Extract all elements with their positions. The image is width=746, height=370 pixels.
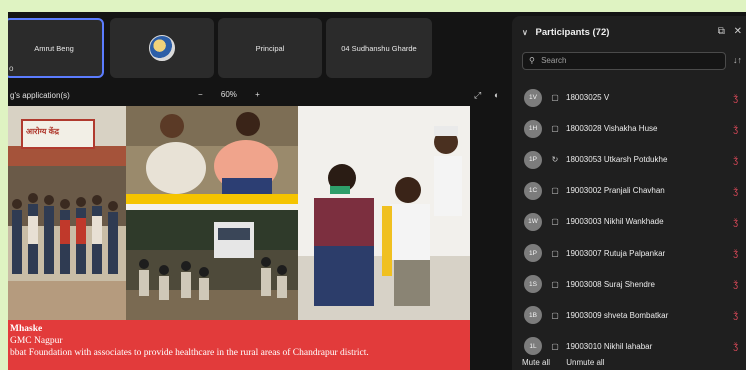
caption-description: bbat Foundation with associates to provi… [10, 348, 369, 358]
panel-footer: Mute all Unmute all [522, 358, 619, 367]
avatar: 1P [524, 150, 542, 169]
participant-name: 18003053 Utkarsh Potdukhe [566, 155, 668, 165]
mic-muted-icon[interactable]: ǯ [733, 279, 738, 289]
mute-all-button[interactable]: Mute all [522, 358, 550, 367]
mic-muted-icon[interactable]: ǯ [733, 93, 738, 103]
popout-icon[interactable]: ⧉ [718, 26, 725, 37]
tile-name: Amrut Beng [34, 43, 74, 53]
participant-name: 18003028 Vishakha Huse [566, 124, 658, 134]
avatar: 1H [524, 119, 542, 138]
participant-name: 19003008 Suraj Shendre [566, 279, 655, 289]
participant-name: 19003003 Nikhil Wankhade [566, 217, 664, 227]
video-tiles-strip: Amrut Beng o Principal 04 Sudhanshu Ghar… [8, 18, 508, 82]
participant-name: 19003010 Nikhil lahabar [566, 341, 653, 351]
device-icon: ▢ [551, 124, 559, 134]
photo-vehicle-crowd [126, 210, 298, 320]
organization-logo [149, 35, 175, 61]
meeting-window: Amrut Beng o Principal 04 Sudhanshu Ghar… [8, 12, 746, 370]
avatar: 1V [524, 88, 542, 107]
device-icon: ▢ [551, 310, 559, 320]
participants-panel: ∨ Participants (72) ⧉ ✕ ⚲ Search ↓↑ 1V ▢… [512, 16, 746, 370]
chevron-down-icon[interactable]: ∨ [522, 28, 528, 37]
video-tile-amrut-beng[interactable]: Amrut Beng o [8, 18, 104, 78]
zoom-level: 60% [220, 90, 237, 99]
caption-name: Mhaske [10, 324, 43, 334]
device-icon: ▢ [551, 279, 559, 289]
photo-doctor-with-patient [298, 106, 470, 320]
video-tile-principal[interactable]: Principal [218, 18, 322, 78]
participant-list: 1V ▢ 18003025 V ǯ 1H ▢ 18003028 Vishakha… [512, 82, 746, 362]
caption-institution: GMC Nagpur [10, 336, 63, 346]
avatar: 1B [524, 306, 542, 325]
zoom-controls: − 60% + [190, 90, 268, 99]
photo-doctor-consultation [126, 106, 298, 204]
participant-row[interactable]: 1P ▢ 19003007 Rutuja Palpankar ǯ [512, 237, 746, 268]
search-input[interactable]: ⚲ Search [522, 52, 726, 70]
avatar: 1S [524, 275, 542, 294]
video-tile-logo[interactable] [110, 18, 214, 78]
slide-caption: Mhaske GMC Nagpur bbat Foundation with a… [8, 320, 470, 370]
screen-share-bar: g's application(s) − 60% + ⤢ ◐ [8, 88, 508, 106]
mic-icon: o [9, 64, 14, 73]
health-center-sign: आरोग्य केंद्र [26, 127, 60, 136]
device-icon: ▢ [551, 341, 559, 351]
participant-name: 19003002 Pranjali Chavhan [566, 186, 665, 196]
avatar: 1W [524, 212, 542, 231]
participant-name: 19003009 shveta Bombatkar [566, 310, 669, 320]
participants-header[interactable]: ∨ Participants (72) [522, 27, 609, 38]
mic-muted-icon[interactable]: ǯ [733, 217, 738, 227]
close-icon[interactable]: ✕ [734, 26, 742, 37]
chat-bubble-icon[interactable]: ◐ [494, 90, 499, 100]
shared-slide: आरोग्य केंद्र Mhaske GMC Nagpur bbat Fou… [8, 106, 470, 370]
share-title: g's application(s) [10, 91, 70, 100]
mic-muted-icon[interactable]: ǯ [733, 248, 738, 258]
mic-muted-icon[interactable]: ǯ [733, 310, 738, 320]
device-icon: ▢ [551, 217, 559, 227]
search-icon: ⚲ [529, 56, 535, 65]
mic-muted-icon[interactable]: ǯ [733, 124, 738, 134]
participant-name: 18003025 V [566, 93, 610, 103]
device-icon: ▢ [551, 248, 559, 258]
participant-name: 19003007 Rutuja Palpankar [566, 248, 666, 258]
mic-muted-icon[interactable]: ǯ [733, 186, 738, 196]
expand-icon[interactable]: ⤢ [474, 90, 481, 101]
avatar: 1C [524, 181, 542, 200]
device-icon: ▢ [551, 93, 559, 103]
participant-row[interactable]: 1P ↻ 18003053 Utkarsh Potdukhe ǯ [512, 144, 746, 175]
avatar: 1L [524, 337, 542, 356]
photo-group-at-health-center: आरोग्य केंद्र [8, 106, 126, 320]
avatar: 1P [524, 244, 542, 263]
sort-icon[interactable]: ↓↑ [733, 55, 742, 65]
participant-row[interactable]: 1S ▢ 19003008 Suraj Shendre ǯ [512, 269, 746, 300]
zoom-in-button[interactable]: + [255, 90, 260, 99]
unmute-all-button[interactable]: Unmute all [566, 358, 604, 367]
tile-name: 04 Sudhanshu Gharde [341, 43, 417, 53]
sync-icon: ↻ [551, 155, 559, 165]
device-icon: ▢ [551, 186, 559, 196]
participant-row[interactable]: 1V ▢ 18003025 V ǯ [512, 82, 746, 113]
panel-actions: ⧉ ✕ [712, 26, 742, 37]
participant-row[interactable]: 1W ▢ 19003003 Nikhil Wankhade ǯ [512, 206, 746, 237]
participant-row[interactable]: 1C ▢ 19003002 Pranjali Chavhan ǯ [512, 175, 746, 206]
participant-row[interactable]: 1H ▢ 18003028 Vishakha Huse ǯ [512, 113, 746, 144]
search-placeholder: Search [541, 56, 567, 65]
video-tile-sudhanshu-gharde[interactable]: 04 Sudhanshu Gharde [326, 18, 432, 78]
participants-title: Participants (72) [535, 27, 610, 38]
tile-name: Principal [255, 43, 285, 53]
zoom-out-button[interactable]: − [198, 90, 203, 99]
mic-muted-icon[interactable]: ǯ [733, 155, 738, 165]
mic-muted-icon[interactable]: ǯ [733, 341, 738, 351]
participant-row[interactable]: 1B ▢ 19003009 shveta Bombatkar ǯ [512, 300, 746, 331]
